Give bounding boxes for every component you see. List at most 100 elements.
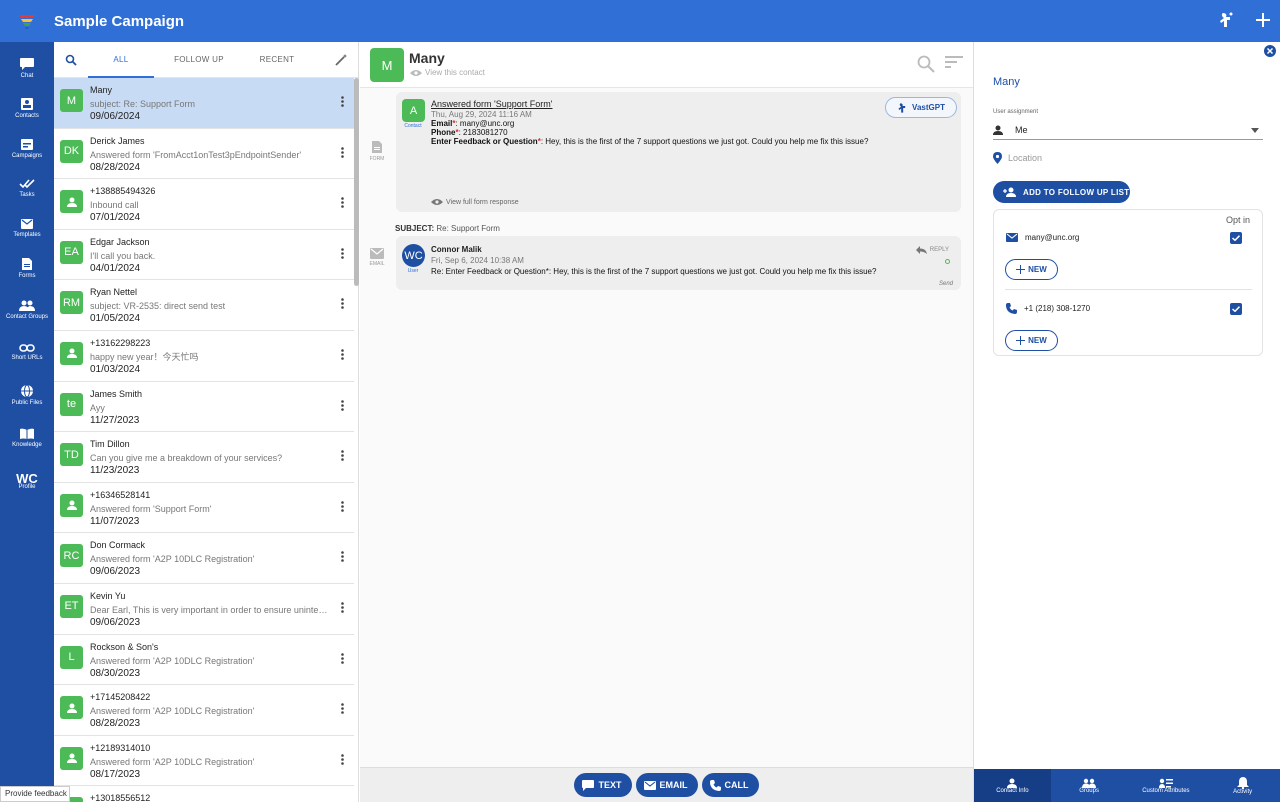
conversation-row[interactable]: te James Smith Ayy 11/27/2023 [54,382,354,433]
more-vert-icon[interactable] [341,399,344,414]
search-conversation-icon[interactable] [917,55,935,76]
filter-icon[interactable] [945,55,963,76]
conversation-date: 08/17/2023 [90,768,141,780]
nav-public-files-label: Public Files [11,399,43,406]
conversation-row[interactable]: M Many subject: Re: Support Form 09/06/2024 [54,78,354,129]
conversation-name: +13018556512 [90,793,151,802]
conversation-row[interactable]: +12189314010 Answered form 'A2P 10DLC Reg… [54,736,354,787]
nav-contact-groups[interactable]: Contact Groups [0,288,54,332]
email-opt-in-checkbox[interactable] [1230,232,1242,244]
conversation-row[interactable]: +16346528141 Answered form 'Support Form'… [54,483,354,534]
conversation-avatar: RC [60,544,83,568]
form-email-value: many@unc.org [459,119,515,128]
more-vert-icon[interactable] [341,450,344,464]
nav-tasks[interactable]: Tasks [0,168,54,208]
more-vert-icon[interactable] [341,551,344,565]
conversation-date: 11/07/2023 [90,515,140,527]
search-icon[interactable] [54,54,88,66]
add-phone-button[interactable]: NEW [1005,330,1058,351]
email-channel-row: many@unc.org [1006,233,1079,242]
tab-all[interactable]: ALL [88,42,154,78]
conversation-header: M Many View this contact [360,42,973,88]
add-email-button[interactable]: NEW [1005,259,1058,280]
add-icon[interactable] [1256,12,1270,30]
more-vert-icon[interactable] [341,146,344,161]
more-vert-icon[interactable] [341,703,344,717]
more-vert-icon[interactable] [341,96,344,110]
conversation-row[interactable]: L Rockson & Son's Answered form 'A2P 10DLC… [54,635,354,686]
conversation-text: +13162298223 happy new year！今天忙吗 01/03/202… [90,331,330,377]
tab-follow-up[interactable]: FOLLOW UP [166,42,232,78]
email-message-card: WC User Connor Malik Fri, Sep 6, 2024 10… [396,236,961,290]
nav-forms[interactable]: Forms [0,248,54,288]
tab-groups[interactable]: Groups [1051,769,1128,802]
phone-opt-in-checkbox[interactable] [1230,303,1242,315]
form-question-label: Enter Feedback or Question [431,137,538,146]
more-vert-icon[interactable] [341,652,344,667]
conversation-row[interactable]: +13162298223 happy new year！今天忙吗 01/03/202… [54,331,354,382]
nav-campaigns[interactable]: Campaigns [0,128,54,168]
reply-button[interactable]: REPLY [915,246,949,254]
nav-knowledge[interactable]: Knowledge [0,418,54,458]
compose-wand-icon[interactable] [334,53,348,70]
location-field[interactable]: Location [993,152,1042,164]
nav-templates-label: Templates [13,231,41,238]
email-button[interactable]: EMAIL [635,773,698,797]
conversation-row[interactable]: TD Tim Dillon Can you give me a breakdown … [54,432,354,483]
call-button-label: CALL [724,780,749,790]
nav-templates[interactable]: Templates [0,208,54,248]
view-contact-link[interactable]: View this contact [410,68,485,77]
conversation-avatar: EA [60,240,83,264]
more-vert-icon[interactable] [341,500,344,515]
more-vert-icon[interactable] [341,753,344,768]
tab-activity[interactable]: Activity [1204,769,1280,802]
conversation-row[interactable]: ET Kevin Yu Dear Earl, This is very import… [54,584,354,635]
conversation-name: +16346528141 [90,489,151,500]
vastgpt-assistant-icon[interactable] [1218,11,1234,32]
conversation-date: 08/28/2024 [90,161,141,173]
conversation-row[interactable]: RM Ryan Nettel subject: VR-2535: direct se… [54,280,354,331]
conversation-list-scrollbar[interactable] [354,78,359,286]
person-add-icon [1003,187,1016,197]
call-button[interactable]: CALL [701,773,759,797]
nav-profile[interactable]: WC Profile [0,458,54,508]
nav-public-files[interactable]: Public Files [0,372,54,418]
conversation-row[interactable]: +138885494326 Inbound call 07/01/2024 [54,179,354,230]
more-vert-icon[interactable] [341,602,344,616]
more-vert-icon[interactable] [341,349,344,363]
check-icon [1232,306,1240,312]
more-vert-icon[interactable] [341,298,344,312]
tab-activity-label: Activity [1233,788,1253,795]
conversation-avatar: L [60,645,83,669]
form-phone-line: Phone*: 2183081270 [431,128,508,137]
tab-recent[interactable]: RECENT [244,42,310,78]
app-logo-icon[interactable] [0,0,54,42]
provide-feedback-button[interactable]: Provide feedback [0,786,70,802]
tab-contact-info[interactable]: Contact Info [974,769,1051,802]
vastgpt-button[interactable]: VastGPT [885,97,957,118]
tab-custom-attributes[interactable]: Custom Attributes [1128,769,1205,802]
conversation-avatar [60,341,83,365]
conversation-row[interactable]: +13018556512 [54,786,354,802]
add-to-follow-up-button[interactable]: ADD TO FOLLOW UP LIST [993,181,1130,203]
more-vert-icon[interactable] [341,247,344,262]
email-date: Fri, Sep 6, 2024 10:38 AM [431,256,524,265]
nav-short-urls[interactable]: Short URLs [0,332,54,372]
conversation-row[interactable]: DK Derick James Answered form 'FromAcct1on… [54,129,354,180]
text-button[interactable]: TEXT [574,773,632,797]
user-assignment-select[interactable]: Me [993,120,1263,140]
nav-contacts[interactable]: Contacts [0,88,54,128]
form-phone-label: Phone [431,128,456,137]
form-title-link[interactable]: Answered form 'Support Form' [431,99,868,109]
nav-chat[interactable]: Chat [0,48,54,88]
close-icon[interactable] [1264,45,1276,60]
contact-phone: +1 (218) 308-1270 [1024,304,1091,313]
left-nav: Chat Contacts Campaigns Tasks Templates … [0,42,54,802]
conversation-row[interactable]: EA Edgar Jackson I'll call you back. 04/01/… [54,230,354,281]
conversation-row[interactable]: +17145208422 Answered form 'A2P 10DLC Reg… [54,685,354,736]
conversation-row[interactable]: RC Don Cormack Answered form 'A2P 10DLC Re… [54,533,354,584]
activity-icon [1236,776,1249,789]
view-full-form-link[interactable]: View full form response [431,198,519,206]
forms-icon [22,257,32,270]
more-vert-icon[interactable] [341,197,344,211]
